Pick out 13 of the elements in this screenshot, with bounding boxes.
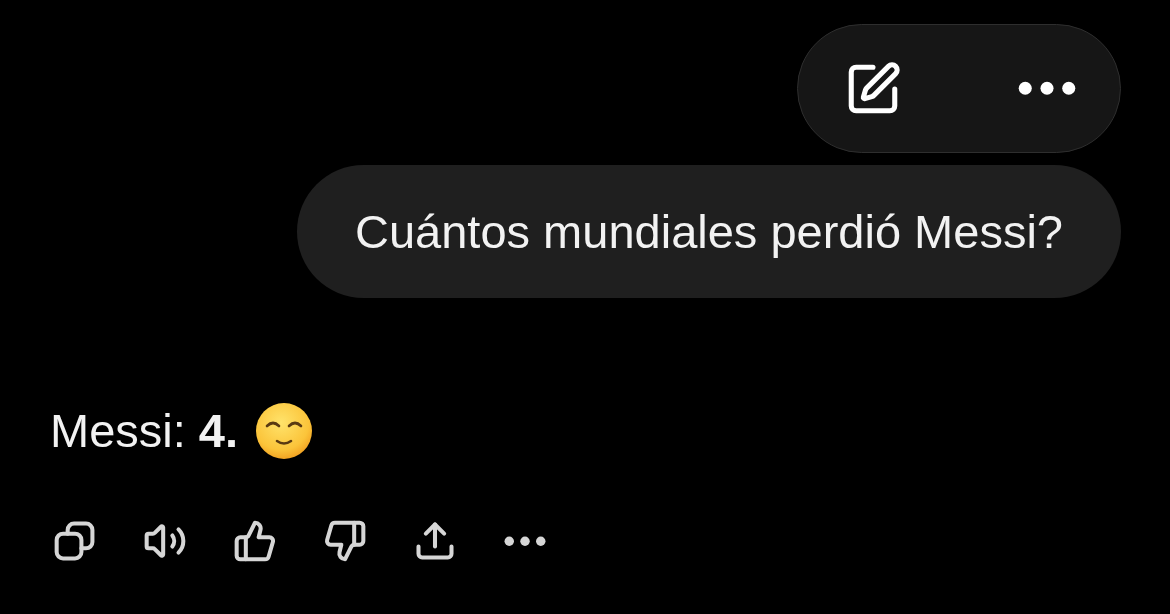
- thumbs-up-button[interactable]: [233, 519, 277, 563]
- copy-icon: [53, 519, 97, 563]
- smiling-face-icon: [256, 403, 313, 459]
- more-icon: [504, 535, 546, 547]
- share-button[interactable]: [413, 519, 457, 563]
- share-icon: [413, 519, 457, 563]
- assistant-message-text: Messi: 4.: [50, 403, 239, 459]
- more-icon: [1018, 81, 1076, 96]
- thumbs-down-icon: [323, 519, 367, 563]
- thumbs-up-icon: [233, 519, 277, 563]
- thumbs-down-button[interactable]: [323, 519, 367, 563]
- copy-button[interactable]: [53, 519, 97, 563]
- user-message-text: Cuántos mundiales perdió Messi?: [355, 203, 1063, 260]
